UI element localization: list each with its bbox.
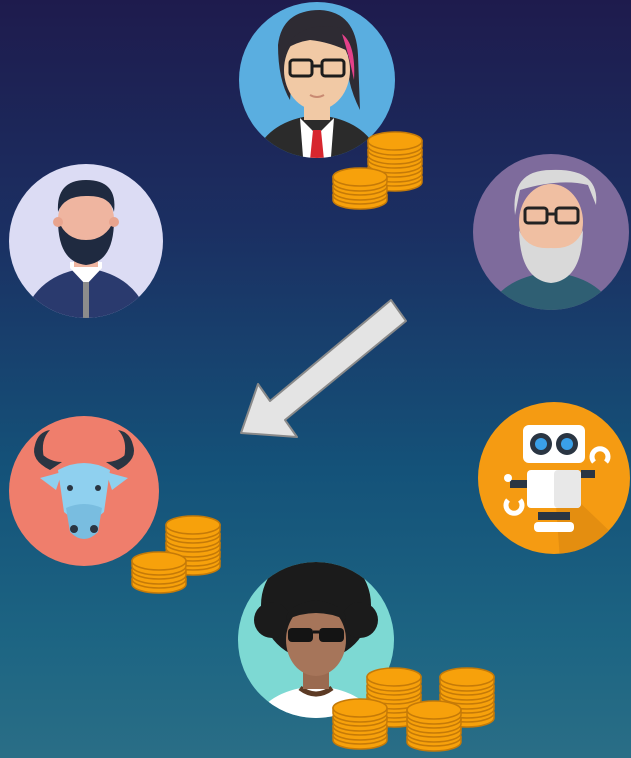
coin-stack-icon bbox=[332, 698, 388, 750]
coin-stack-icon bbox=[332, 167, 388, 210]
robot-avatar-icon bbox=[478, 402, 630, 554]
coin-stack-icon bbox=[406, 700, 462, 752]
bearded-man-avatar-icon bbox=[9, 164, 163, 318]
coin-stack-icon bbox=[131, 551, 187, 594]
transfer-arrow-icon bbox=[240, 299, 407, 438]
old-man-avatar-icon bbox=[473, 154, 629, 310]
transfer-diagram bbox=[9, 2, 630, 752]
gnu-avatar-icon bbox=[9, 416, 159, 566]
